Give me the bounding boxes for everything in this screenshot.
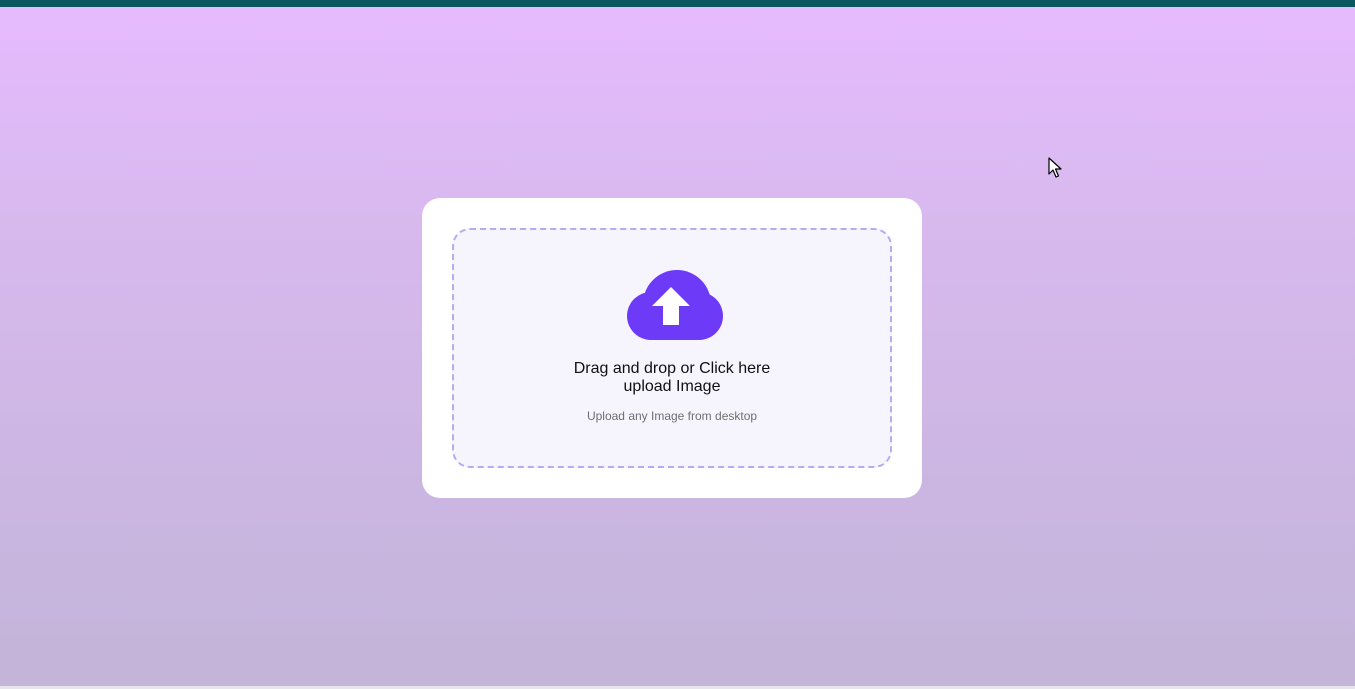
upload-card: Drag and drop or Click here upload Image…	[422, 198, 922, 498]
top-bar	[0, 0, 1355, 7]
upload-title-line-1: Drag and drop or Click here	[573, 360, 771, 377]
upload-dropzone[interactable]: Drag and drop or Click here upload Image…	[452, 228, 892, 468]
upload-title: Drag and drop or Click here upload Image	[542, 360, 802, 396]
upload-title-line-2: upload Image	[623, 378, 721, 395]
upload-subtitle: Upload any Image from desktop	[586, 409, 758, 423]
cloud-upload-icon	[627, 270, 723, 340]
mouse-pointer-icon	[1048, 157, 1062, 178]
